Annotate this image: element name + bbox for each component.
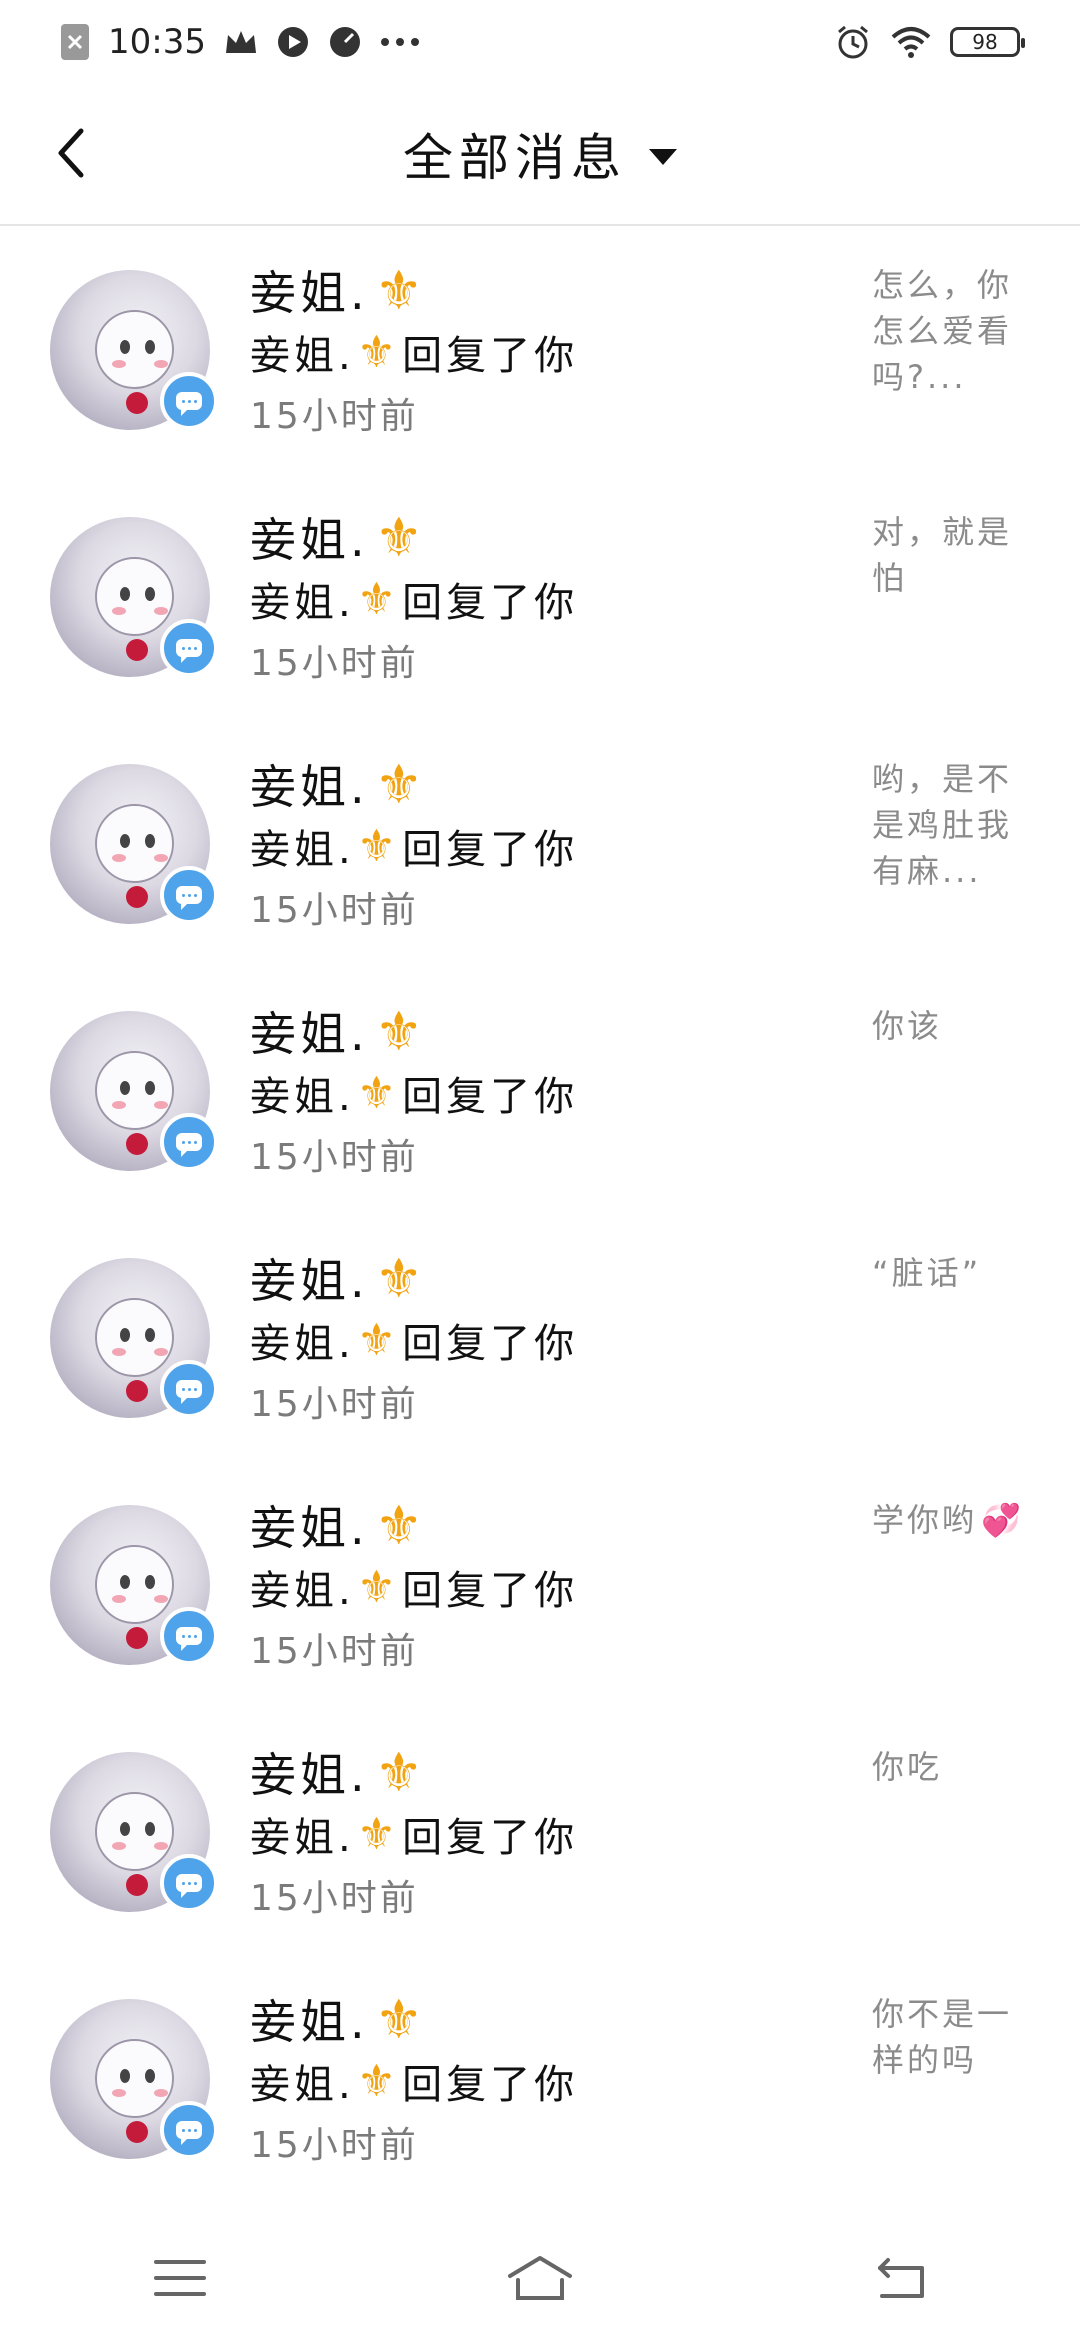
home-icon	[504, 2252, 576, 2308]
battery-level: 98	[972, 30, 998, 54]
back-button[interactable]	[36, 120, 106, 190]
record-icon	[276, 25, 310, 59]
status-right: 98	[834, 23, 1025, 61]
fleur-de-lis-icon: ⚜	[356, 820, 401, 872]
heart-emoji-icon: 💞	[981, 1501, 1024, 1539]
fleur-de-lis-icon: ⚜	[356, 1808, 401, 1860]
crown-icon	[224, 27, 258, 57]
message-icon	[160, 2101, 218, 2159]
title-dropdown[interactable]: 全部消息	[403, 118, 677, 190]
back-nav-button[interactable]	[850, 2240, 950, 2320]
status-time: 10:35	[108, 22, 206, 62]
list-item[interactable]: 妾姐. ⚜ 妾姐. ⚜ 回复了你 15小时前 你吃	[0, 1708, 1080, 1955]
reply-line: 妾姐. ⚜ 回复了你	[250, 820, 579, 874]
status-bar: 10:35 98	[0, 0, 1080, 84]
timestamp: 15小时前	[250, 396, 419, 437]
message-icon	[160, 1113, 218, 1171]
sender-name: 妾姐. ⚜	[250, 999, 428, 1063]
message-icon	[160, 372, 218, 430]
timestamp: 15小时前	[250, 643, 419, 684]
fleur-de-lis-icon: ⚜	[374, 1740, 428, 1804]
reply-line: 妾姐. ⚜ 回复了你	[250, 326, 579, 380]
message-preview: 怎么，你怎么爱看吗?...	[872, 266, 1013, 396]
message-icon	[160, 1360, 218, 1418]
message-icon	[160, 1607, 218, 1665]
status-left: 10:35	[60, 22, 420, 62]
fleur-de-lis-icon: ⚜	[356, 573, 401, 625]
sender-name: 妾姐. ⚜	[250, 1740, 428, 1804]
back-icon	[870, 2254, 930, 2306]
message-icon	[160, 1854, 218, 1912]
message-preview: 学你哟 💞	[872, 1497, 1032, 1543]
fleur-de-lis-icon: ⚜	[356, 326, 401, 378]
timestamp: 15小时前	[250, 890, 419, 931]
system-nav-bar	[0, 2220, 1080, 2340]
fleur-de-lis-icon: ⚜	[356, 1067, 401, 1119]
fleur-de-lis-icon: ⚜	[374, 752, 428, 816]
menu-button[interactable]	[130, 2240, 230, 2320]
timestamp: 15小时前	[250, 1878, 419, 1919]
fleur-de-lis-icon: ⚜	[374, 505, 428, 569]
timestamp: 15小时前	[250, 1384, 419, 1425]
timestamp: 15小时前	[250, 1137, 419, 1178]
reply-line: 妾姐. ⚜ 回复了你	[250, 2055, 579, 2109]
message-preview: 对，就是怕	[872, 513, 1013, 597]
list-item[interactable]: 妾姐. ⚜ 妾姐. ⚜ 回复了你 15小时前 学你哟 💞	[0, 1461, 1080, 1708]
reply-line: 妾姐. ⚜ 回复了你	[250, 1314, 579, 1368]
message-preview: 你不是一样的吗	[872, 1995, 1013, 2079]
fleur-de-lis-icon: ⚜	[374, 999, 428, 1063]
message-icon	[160, 619, 218, 677]
reply-line: 妾姐. ⚜ 回复了你	[250, 1808, 579, 1862]
menu-icon	[152, 2256, 208, 2304]
message-icon	[160, 866, 218, 924]
fleur-de-lis-icon: ⚜	[356, 1561, 401, 1613]
x-box-icon	[60, 23, 90, 61]
more-icon	[380, 37, 420, 47]
list-item[interactable]: 妾姐. ⚜ 妾姐. ⚜ 回复了你 15小时前 对，就是怕	[0, 473, 1080, 720]
alarm-icon	[834, 23, 872, 61]
battery-icon: 98	[950, 27, 1025, 57]
message-preview: 你该	[872, 1007, 943, 1045]
list-item[interactable]: 妾姐. ⚜ 妾姐. ⚜ 回复了你 15小时前 怎么，你怎么爱看吗?...	[0, 226, 1080, 473]
fleur-de-lis-icon: ⚜	[356, 1314, 401, 1366]
message-preview: “脏话”	[872, 1254, 982, 1292]
fleur-de-lis-icon: ⚜	[374, 1493, 428, 1557]
wifi-icon	[890, 25, 932, 59]
message-preview: 哟，是不是鸡肚我有麻...	[872, 760, 1013, 890]
list-item[interactable]: 妾姐. ⚜ 妾姐. ⚜ 回复了你 15小时前 你不是一样的吗	[0, 1955, 1080, 2202]
caret-down-icon	[649, 149, 677, 165]
timestamp: 15小时前	[250, 2125, 419, 2166]
sender-name: 妾姐. ⚜	[250, 505, 428, 569]
reply-line: 妾姐. ⚜ 回复了你	[250, 573, 579, 627]
page-title: 全部消息	[403, 129, 627, 187]
list-item[interactable]: 妾姐. ⚜ 妾姐. ⚜ 回复了你 15小时前 “脏话”	[0, 1214, 1080, 1461]
sender-name: 妾姐. ⚜	[250, 258, 428, 322]
header: 全部消息	[0, 84, 1080, 226]
fleur-de-lis-icon: ⚜	[374, 258, 428, 322]
chevron-left-icon	[51, 125, 91, 185]
list-item[interactable]: 妾姐. ⚜ 妾姐. ⚜ 回复了你 15小时前 哟，是不是鸡肚我有麻...	[0, 720, 1080, 967]
home-button[interactable]	[490, 2240, 590, 2320]
timestamp: 15小时前	[250, 1631, 419, 1672]
list-item[interactable]: 妾姐. ⚜ 妾姐. ⚜ 回复了你 15小时前 你该	[0, 967, 1080, 1214]
fleur-de-lis-icon: ⚜	[374, 1246, 428, 1310]
fleur-de-lis-icon: ⚜	[356, 2055, 401, 2107]
reply-line: 妾姐. ⚜ 回复了你	[250, 1067, 579, 1121]
message-list: 妾姐. ⚜ 妾姐. ⚜ 回复了你 15小时前 怎么，你怎么爱看吗?... 妾姐. ⚜ 妾…	[0, 226, 1080, 2202]
sender-name: 妾姐. ⚜	[250, 1493, 428, 1557]
reply-line: 妾姐. ⚜ 回复了你	[250, 1561, 579, 1615]
sender-name: 妾姐. ⚜	[250, 1246, 428, 1310]
sender-name: 妾姐. ⚜	[250, 1987, 428, 2051]
fleur-de-lis-icon: ⚜	[374, 1987, 428, 2051]
sender-name: 妾姐. ⚜	[250, 752, 428, 816]
message-preview: 你吃	[872, 1748, 943, 1786]
speed-icon	[328, 25, 362, 59]
